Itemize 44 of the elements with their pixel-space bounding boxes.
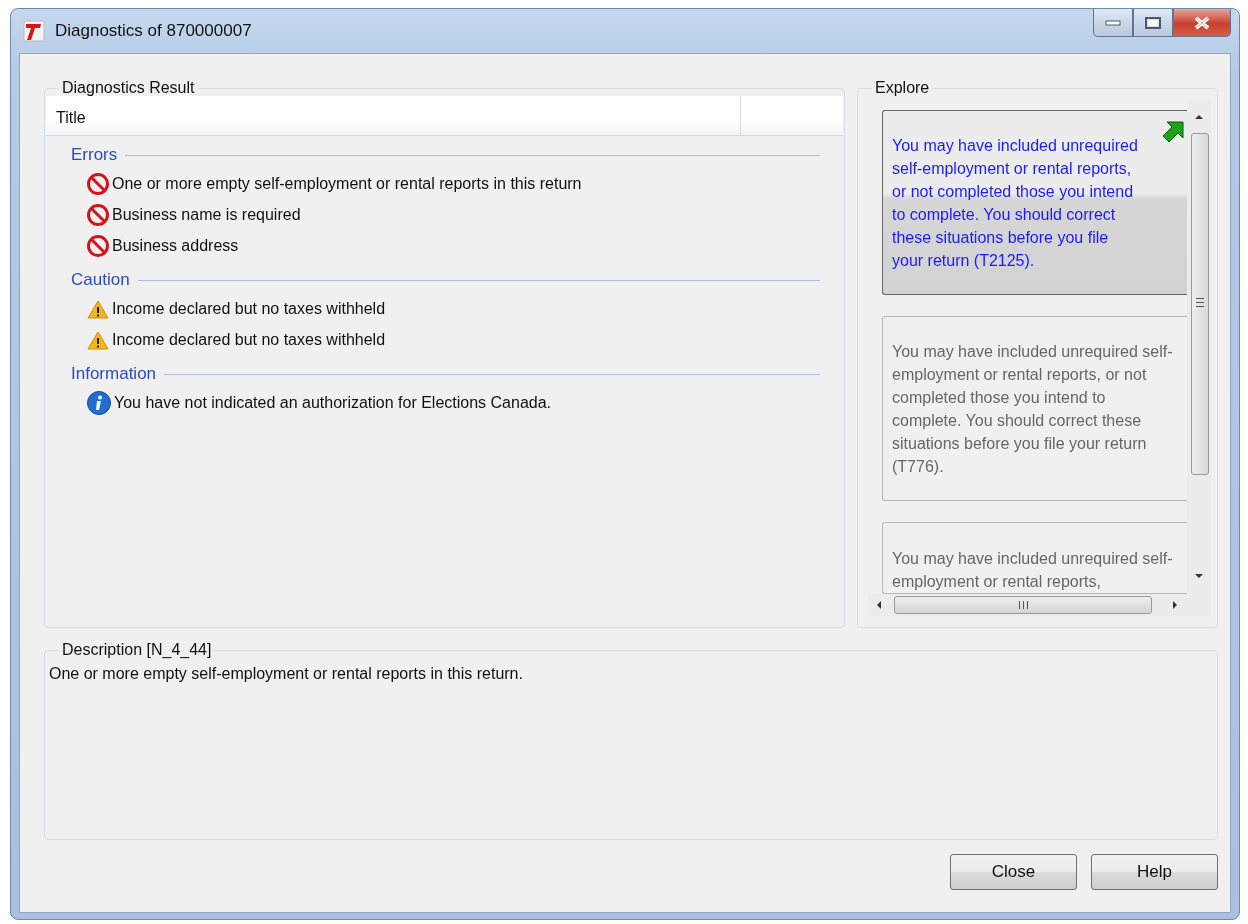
grip-icon (1196, 298, 1204, 307)
diagnostic-item[interactable]: One or more empty self-employment or rental reports in this return (112, 171, 582, 196)
vertical-scrollbar[interactable] (1187, 100, 1211, 594)
card-text: You may have included unrequired self-employment or rental reports, or not completed those you intend to complete. You should correct these situations before you file your return (T776). (892, 341, 1174, 477)
close-icon (1193, 15, 1211, 30)
scroll-up-icon[interactable] (1195, 115, 1203, 119)
minimize-button[interactable] (1093, 9, 1133, 37)
horizontal-scrollbar[interactable] (868, 594, 1211, 616)
diagnostic-item[interactable]: Income declared but no taxes withheld (112, 296, 386, 321)
grip-icon (1019, 601, 1028, 609)
explore-card[interactable]: You may have included unrequired self-employment or rental reports, or not completed those you intend to complete. You should correct these situations before you file your return (T776). (882, 316, 1189, 501)
maximize-icon (1145, 16, 1161, 29)
error-icon (86, 202, 110, 227)
column-header[interactable]: Title (46, 96, 741, 135)
scroll-thumb[interactable] (1191, 133, 1209, 475)
diagnostic-item[interactable]: Business name is required (112, 202, 301, 227)
group-heading: Information (71, 363, 157, 386)
diagnostic-item[interactable]: Business address (112, 233, 239, 258)
scroll-thumb[interactable] (894, 596, 1152, 614)
group-label: Explore (874, 80, 931, 96)
group-label: Description [N_4_44] (61, 642, 213, 658)
maximize-button[interactable] (1133, 9, 1173, 37)
error-icon (86, 233, 110, 258)
group-heading: Errors (71, 144, 118, 167)
diagnostic-item[interactable]: Income declared but no taxes withheld (112, 327, 386, 352)
app-icon (23, 19, 47, 43)
description-text: One or more empty self-employment or rental reports in this return. (49, 664, 524, 684)
dialog-button[interactable]: Help (1091, 854, 1218, 890)
dialog-button[interactable]: Close (950, 854, 1077, 890)
card-text: You may have included unrequired self-employment or rental reports, (892, 549, 1174, 592)
explore-card[interactable]: You may have included unrequired self-employment or rental reports, (882, 522, 1189, 594)
scroll-left-icon[interactable] (877, 601, 881, 609)
error-icon (86, 171, 110, 196)
diagnostic-item[interactable]: You have not indicated an authorization for Elections Canada. (114, 390, 552, 415)
card-text: You may have included unrequired self-employment or rental reports, or not completed those you intend to complete. You should correct these situations before you file your return (T2125). (892, 135, 1139, 271)
info-icon (86, 389, 112, 416)
scroll-right-icon[interactable] (1173, 601, 1177, 609)
group-label: Diagnostics Result (61, 80, 196, 96)
group-heading: Caution (71, 269, 130, 292)
close-button[interactable] (1173, 9, 1231, 37)
explore-card[interactable]: You may have included unrequired self-employment or rental reports, or not completed those you intend to complete. You should correct these situations before you file your return (T2125). (882, 110, 1189, 295)
window-title: Diagnostics of 870000007 (55, 20, 252, 43)
minimize-icon (1105, 18, 1121, 27)
scroll-down-icon[interactable] (1195, 574, 1203, 578)
